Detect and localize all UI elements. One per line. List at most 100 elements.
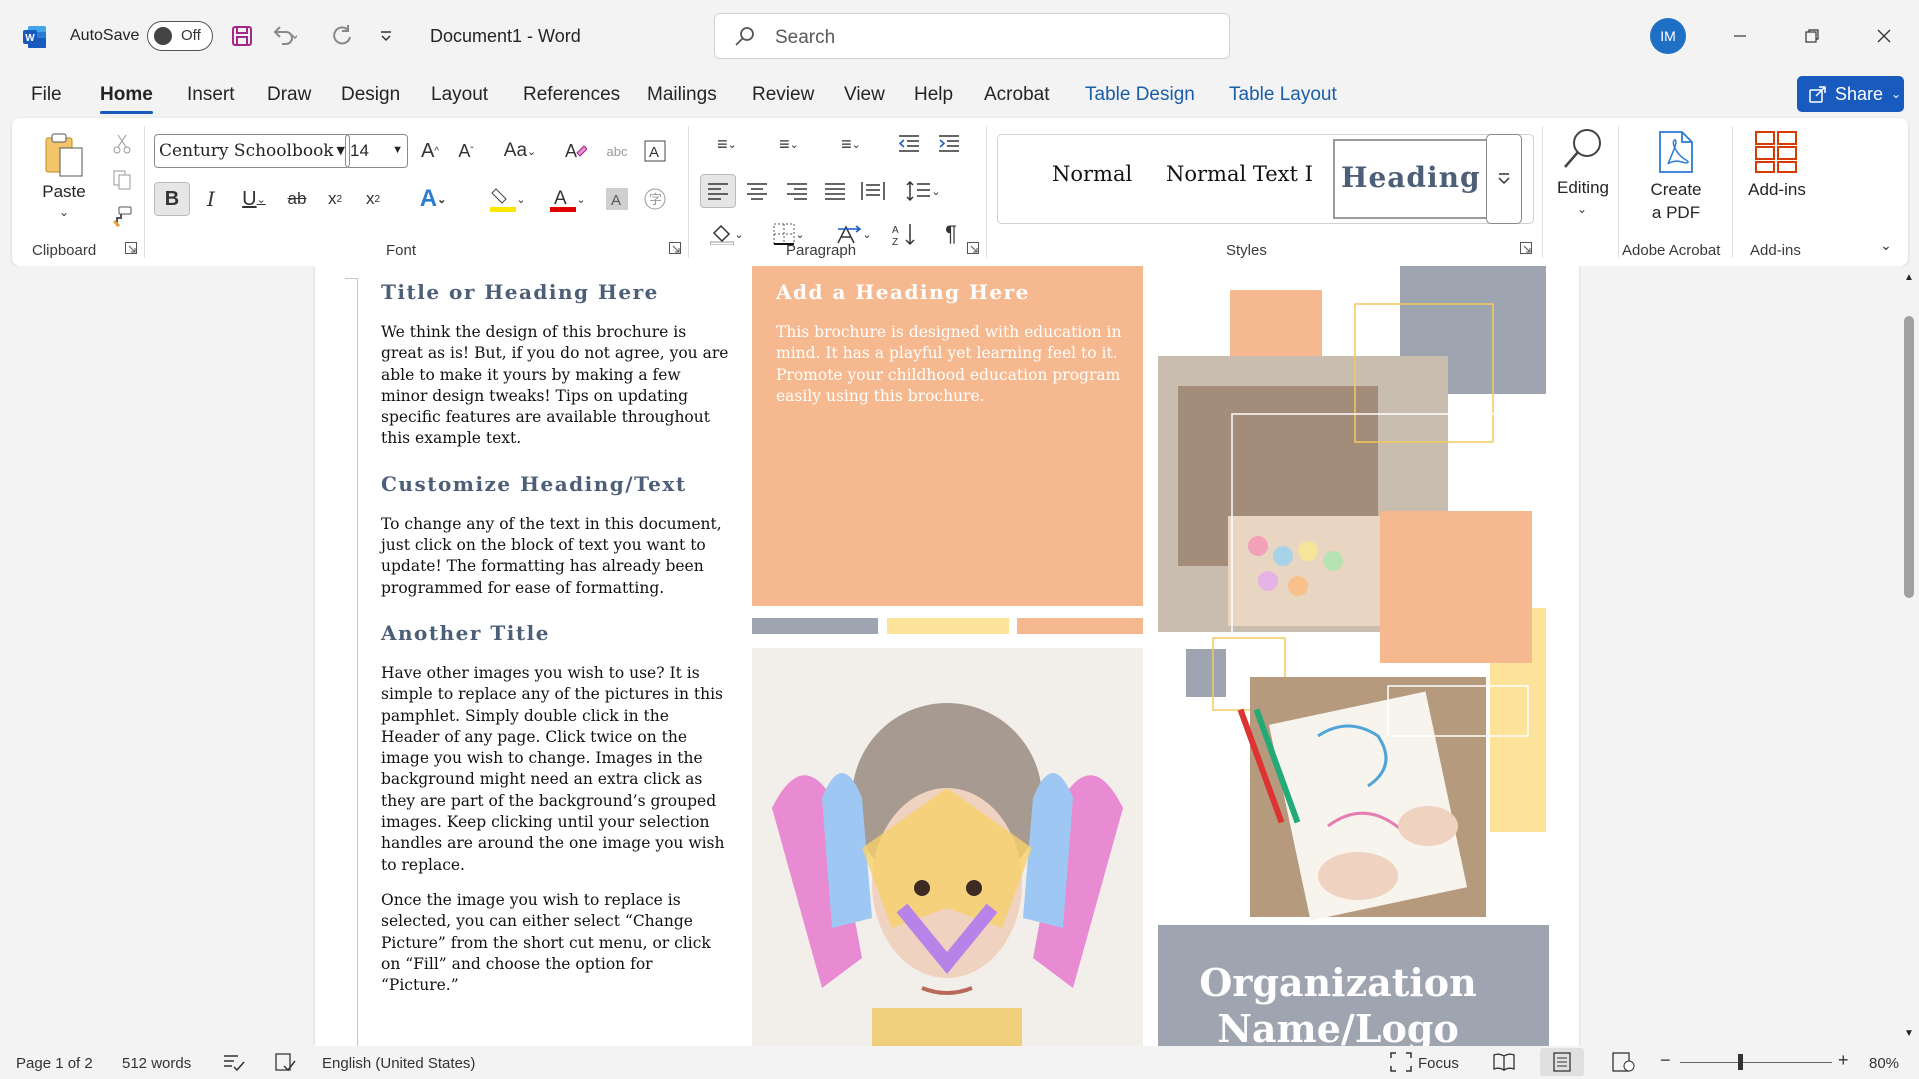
character-shading-icon[interactable]: A — [602, 182, 632, 216]
paragraph-customize[interactable]: To change any of the text in this docume… — [381, 514, 731, 599]
tab-layout[interactable]: Layout — [431, 84, 488, 106]
scrollbar-thumb[interactable] — [1904, 316, 1914, 598]
paragraph-intro[interactable]: We think the design of this brochure is … — [381, 322, 731, 450]
column-1[interactable]: Title or Heading Here We think the desig… — [381, 274, 731, 1010]
close-icon[interactable] — [1864, 18, 1904, 54]
underline-button[interactable]: U ⌄ — [234, 182, 274, 216]
align-center-icon[interactable] — [740, 174, 774, 208]
add-ins-label[interactable]: Add-ins — [1742, 178, 1812, 201]
tab-table-layout[interactable]: Table Layout — [1229, 84, 1337, 106]
paste-icon[interactable] — [40, 130, 88, 182]
line-spacing-icon[interactable]: ⌄ — [896, 174, 950, 208]
tab-design[interactable]: Design — [341, 84, 400, 106]
format-painter-icon[interactable] — [108, 202, 136, 230]
highlight-color-icon[interactable]: ⌄ — [482, 182, 534, 216]
paste-dropdown-icon[interactable]: ⌄ — [52, 204, 76, 220]
increase-indent-icon[interactable] — [932, 128, 966, 160]
tab-acrobat[interactable]: Acrobat — [984, 84, 1049, 106]
organization-name[interactable]: Organization Name/Logo — [1158, 960, 1518, 1046]
justify-icon[interactable] — [818, 174, 852, 208]
scroll-down-icon[interactable]: ▼ — [1904, 1028, 1914, 1039]
share-button[interactable]: Share ⌄ — [1797, 76, 1904, 112]
web-layout-icon[interactable] — [1612, 1052, 1636, 1076]
heading-title[interactable]: Title or Heading Here — [381, 280, 731, 304]
font-family-select[interactable]: Century Schoolbook ▼ — [154, 134, 350, 168]
tab-table-design[interactable]: Table Design — [1085, 84, 1195, 106]
search-box[interactable]: Search — [714, 13, 1230, 59]
create-pdf-icon[interactable] — [1652, 128, 1700, 176]
multilevel-list-icon[interactable]: ≡ ⌄ — [824, 128, 878, 160]
bullets-icon[interactable]: ≡ ⌄ — [702, 128, 752, 160]
style-normal-text[interactable]: Normal Text I — [1166, 162, 1313, 186]
language[interactable]: English (United States) — [322, 1055, 475, 1072]
styles-launcher-icon[interactable] — [1520, 242, 1532, 254]
accessibility-icon[interactable] — [274, 1052, 296, 1076]
organization-logo-block[interactable]: Organization Name/Logo — [1158, 925, 1549, 1046]
align-right-icon[interactable] — [780, 174, 814, 208]
paragraph-replace[interactable]: Once the image you wish to replace is se… — [381, 890, 731, 996]
enclose-characters-icon[interactable]: 字 — [640, 182, 670, 216]
grow-font-icon[interactable]: A ^ — [416, 136, 444, 166]
paragraph-images[interactable]: Have other images you wish to use? It is… — [381, 663, 731, 876]
editing-label[interactable]: Editing — [1548, 176, 1618, 199]
copy-icon[interactable] — [108, 166, 136, 194]
collapse-ribbon-icon[interactable]: ⌄ — [1874, 234, 1898, 256]
decrease-indent-icon[interactable] — [892, 128, 926, 160]
read-mode-icon[interactable] — [1492, 1052, 1516, 1076]
cut-icon[interactable] — [108, 130, 136, 158]
text-effects-icon[interactable]: abc — [602, 136, 632, 166]
tab-draw[interactable]: Draw — [267, 84, 311, 106]
undo-icon[interactable] — [268, 20, 300, 52]
tab-references[interactable]: References — [523, 84, 620, 106]
tab-help[interactable]: Help — [914, 84, 953, 106]
shrink-font-icon[interactable]: Aˇ — [452, 136, 480, 166]
character-border-icon[interactable]: A — [640, 136, 670, 166]
vertical-scrollbar[interactable]: ▲ ▼ — [1900, 266, 1919, 1046]
clipboard-launcher-icon[interactable] — [125, 242, 137, 254]
clear-formatting-icon[interactable]: A — [560, 136, 590, 166]
distributed-icon[interactable] — [856, 174, 890, 208]
zoom-in-icon[interactable]: + — [1838, 1050, 1849, 1071]
show-formatting-marks-icon[interactable]: ¶ — [934, 218, 968, 250]
minimize-icon[interactable] — [1720, 18, 1760, 54]
italic-button[interactable]: I — [196, 182, 226, 216]
numbering-icon[interactable]: ≡ ⌄ — [762, 128, 816, 160]
tab-home[interactable]: Home — [100, 84, 153, 114]
tab-insert[interactable]: Insert — [187, 84, 235, 106]
heading-another-title[interactable]: Another Title — [381, 621, 731, 645]
focus-label[interactable]: Focus — [1418, 1055, 1459, 1072]
heading-customize[interactable]: Customize Heading/Text — [381, 472, 731, 496]
zoom-slider-thumb[interactable] — [1738, 1054, 1743, 1070]
paste-label[interactable]: Paste — [40, 180, 88, 203]
align-left-icon[interactable] — [700, 174, 736, 208]
page-count[interactable]: Page 1 of 2 — [16, 1055, 93, 1072]
user-avatar[interactable]: IM — [1650, 18, 1686, 54]
proofing-icon[interactable] — [222, 1052, 246, 1076]
editing-search-icon[interactable] — [1548, 124, 1618, 174]
autosave-toggle[interactable]: Off — [147, 21, 213, 51]
orange-text-block[interactable]: Add a Heading Here This brochure is desi… — [752, 266, 1143, 606]
add-ins-icon[interactable] — [1752, 128, 1800, 176]
sort-icon[interactable]: AZ — [888, 218, 922, 250]
tab-view[interactable]: View — [844, 84, 885, 106]
heading-add-heading[interactable]: Add a Heading Here — [776, 280, 1030, 304]
focus-icon[interactable] — [1390, 1052, 1412, 1076]
change-case-icon[interactable]: Aa ⌄ — [496, 136, 544, 166]
styles-more-button[interactable] — [1486, 134, 1522, 224]
editing-dropdown-icon[interactable]: ⌄ — [1572, 200, 1592, 218]
subscript-button[interactable]: x2 — [320, 182, 350, 216]
scroll-up-icon[interactable]: ▲ — [1904, 272, 1914, 283]
zoom-slider[interactable] — [1680, 1062, 1832, 1063]
create-pdf-label[interactable]: Create a PDF — [1634, 178, 1718, 224]
photo-collage[interactable] — [1158, 266, 1558, 926]
restore-icon[interactable] — [1792, 18, 1832, 54]
customize-quick-access-icon[interactable] — [370, 20, 402, 52]
child-hands-photo[interactable] — [752, 648, 1143, 1046]
save-icon[interactable] — [226, 20, 258, 52]
style-heading[interactable]: Heading — [1333, 139, 1493, 219]
redo-icon[interactable] — [326, 20, 358, 52]
text-effects-button[interactable]: A ⌄ — [408, 182, 458, 216]
style-normal[interactable]: Normal — [1052, 162, 1132, 186]
font-launcher-icon[interactable] — [669, 242, 681, 254]
zoom-out-icon[interactable]: − — [1660, 1050, 1671, 1071]
